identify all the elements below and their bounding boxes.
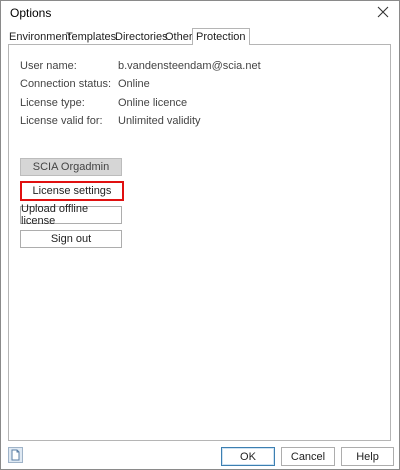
tab-other[interactable]: Other: [165, 30, 193, 44]
help-button[interactable]: Help: [341, 447, 394, 466]
document-icon[interactable]: [8, 447, 23, 463]
cancel-button[interactable]: Cancel: [281, 447, 335, 466]
sign-out-button[interactable]: Sign out: [20, 230, 122, 248]
user-name-value: b.vandensteendam@scia.net: [118, 60, 261, 72]
license-settings-button[interactable]: License settings: [20, 181, 124, 201]
upload-offline-license-button[interactable]: Upload offline license: [20, 203, 122, 227]
license-valid-label: License valid for:: [20, 115, 103, 127]
tab-protection[interactable]: Protection: [192, 28, 250, 45]
scia-orgadmin-button[interactable]: SCIA Orgadmin: [20, 158, 122, 176]
window-title: Options: [10, 6, 52, 20]
protection-panel: User name: b.vandensteendam@scia.net Con…: [8, 44, 391, 441]
tab-directories[interactable]: Directories: [115, 30, 168, 44]
license-type-label: License type:: [20, 97, 85, 109]
user-name-label: User name:: [20, 60, 77, 72]
tab-strip: Environment Templates Directories Other …: [1, 28, 399, 45]
connection-status-value: Online: [118, 78, 150, 90]
close-icon[interactable]: [371, 2, 395, 22]
license-type-value: Online licence: [118, 97, 188, 109]
tab-templates[interactable]: Templates: [66, 30, 116, 44]
options-dialog: Options Environment Templates Directorie…: [0, 0, 400, 470]
tab-environment[interactable]: Environment: [9, 30, 71, 44]
connection-status-label: Connection status:: [20, 78, 112, 90]
ok-button[interactable]: OK: [221, 447, 275, 466]
title-bar: Options: [1, 1, 399, 23]
license-valid-value: Unlimited validity: [118, 115, 201, 127]
